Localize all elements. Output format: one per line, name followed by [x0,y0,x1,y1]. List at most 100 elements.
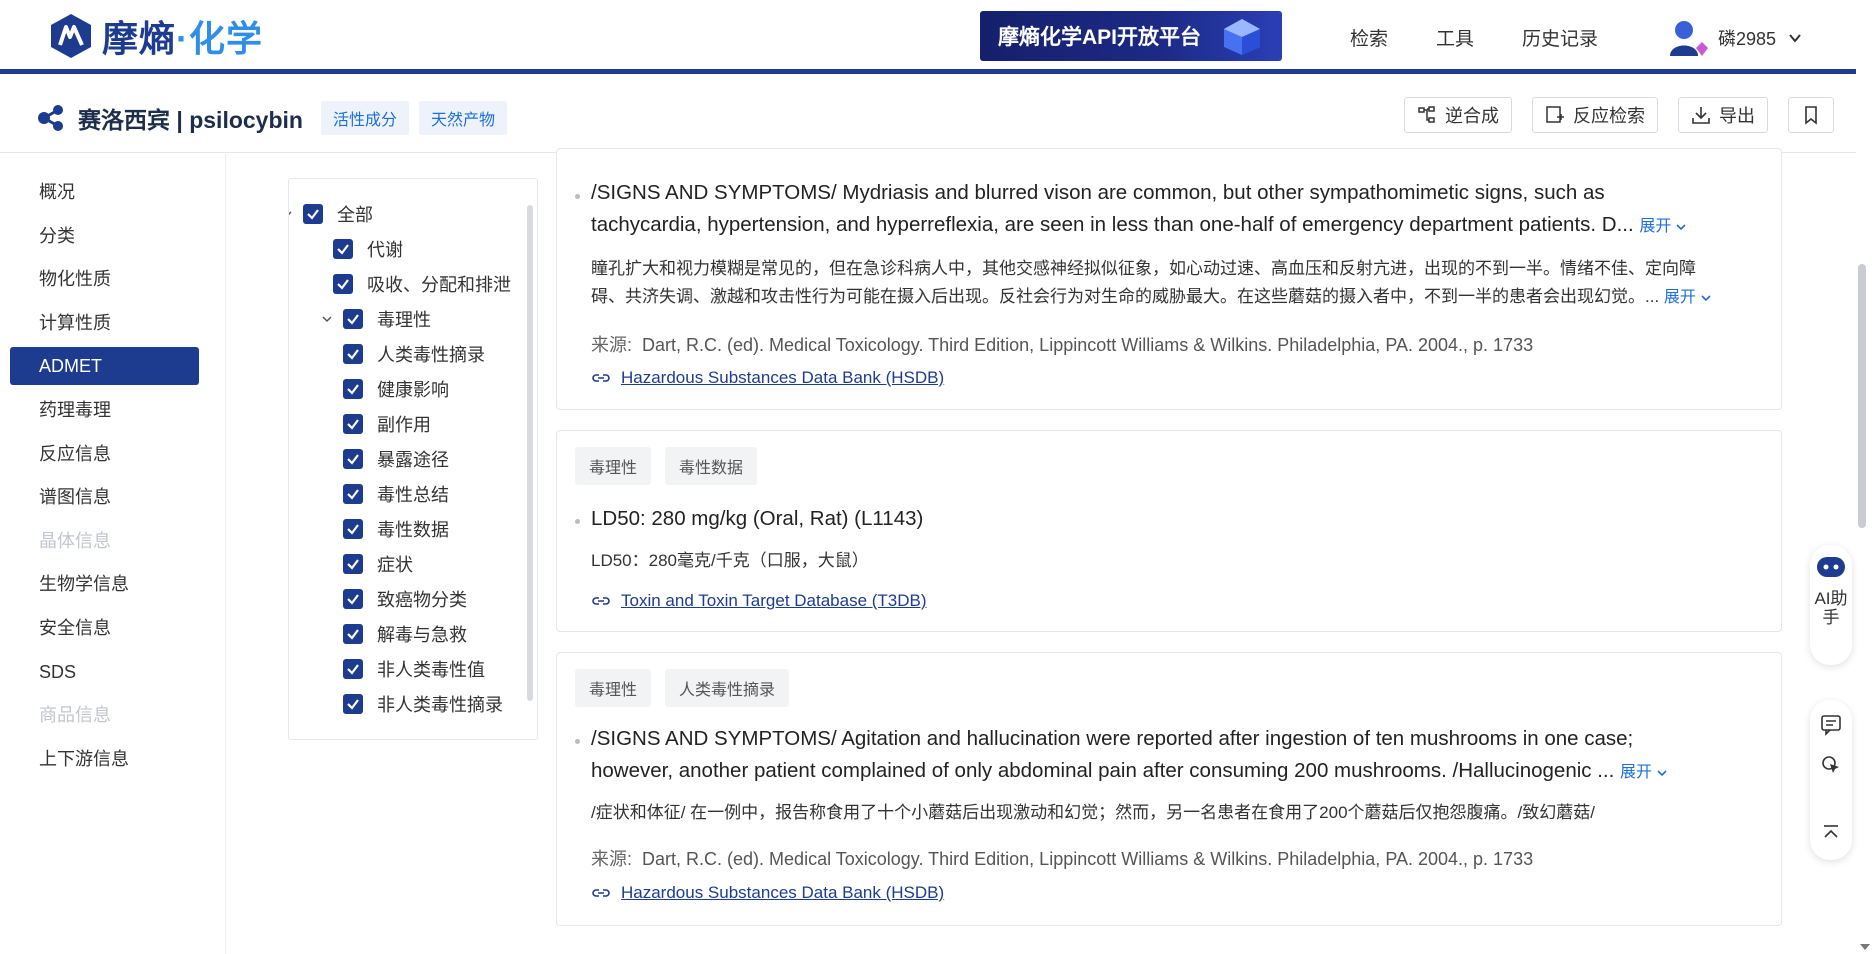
record-english-text: /SIGNS AND SYMPTOMS/ Agitation and hallu… [591,723,1668,789]
compound-header: 赛洛西宾 | psilocybin 活性成分 天然产物 逆合成 反应检索 导出 [0,79,1856,153]
cursor-click-icon[interactable] [1820,754,1842,776]
checkbox-checked-icon[interactable] [343,659,363,679]
tree-node[interactable]: 人类毒性摘录 [343,339,485,369]
tag-natural-product[interactable]: 天然产物 [418,101,507,135]
molecule-icon [38,105,63,131]
tree-node[interactable]: 代谢 [333,234,403,264]
checkbox-checked-icon[interactable] [343,694,363,714]
bullet [575,519,580,524]
tree-node[interactable]: 全部 [288,199,373,229]
floating-tools [1810,700,1852,860]
bookmark-button[interactable] [1788,97,1834,133]
sidebar-item[interactable]: 药理毒理 [10,391,199,429]
record-card: /SIGNS AND SYMPTOMS/ Mydriasis and blurr… [556,148,1782,410]
tree-node-label: 吸收、分配和排泄 [367,275,511,295]
tree-node[interactable]: 非人类毒性值 [343,654,485,684]
caret-down-icon[interactable] [321,313,333,325]
checkbox-checked-icon[interactable] [343,519,363,539]
sidebar-item[interactable]: 上下游信息 [10,740,199,778]
tree-node[interactable]: 解毒与急救 [343,619,467,649]
tag-active-ingredient[interactable]: 活性成分 [320,101,409,135]
tree-node[interactable]: 毒理性 [321,304,431,334]
database-link[interactable]: Hazardous Substances Data Bank (HSDB) [591,368,944,388]
feedback-icon[interactable] [1820,714,1842,736]
ai-assistant-button[interactable]: AI助手 [1810,545,1852,665]
checkbox-checked-icon[interactable] [343,589,363,609]
checkbox-checked-icon[interactable] [343,414,363,434]
nav-search[interactable]: 检索 [1350,24,1388,51]
database-link[interactable]: Hazardous Substances Data Bank (HSDB) [591,883,944,903]
tree-node[interactable]: 副作用 [343,409,431,439]
retrosynthesis-button[interactable]: 逆合成 [1404,97,1512,133]
link-icon [592,374,610,382]
checkbox-checked-icon[interactable] [343,379,363,399]
sidebar-item[interactable]: 计算性质 [10,304,199,342]
link-icon [592,889,610,897]
checkbox-checked-icon[interactable] [343,554,363,574]
sidebar-item[interactable]: ADMET [10,347,199,386]
category-chip[interactable]: 人类毒性摘录 [665,669,790,707]
expand-link[interactable]: 展开 [1664,289,1712,306]
checkbox-checked-icon[interactable] [333,274,353,294]
sidebar-item[interactable]: 谱图信息 [10,478,199,516]
ai-assistant-label: AI助手 [1814,589,1848,627]
sidebar-item[interactable]: 分类 [10,217,199,255]
tree-node-label: 健康影响 [377,380,449,400]
record-chinese-text: LD50：280毫克/千克（口服，大鼠） [591,551,869,570]
scroll-down-arrow-icon[interactable] [1860,944,1870,950]
checkbox-checked-icon[interactable] [343,449,363,469]
tree-node[interactable]: 健康影响 [343,374,449,404]
api-cube-icon [1224,19,1260,55]
category-chip[interactable]: 毒理性 [575,669,652,707]
tree-scrollbar[interactable] [527,205,533,701]
tree-node-label: 暴露途径 [377,450,449,470]
sidebar-item[interactable]: SDS [10,653,199,691]
tree-node-label: 致癌物分类 [377,590,467,610]
tree-node[interactable]: 毒性总结 [343,479,449,509]
tree-node-label: 非人类毒性值 [377,660,485,680]
link-icon [592,597,610,605]
avatar-icon [1670,21,1708,56]
tree-node[interactable]: 非人类毒性摘录 [343,689,503,719]
checkbox-checked-icon[interactable] [343,344,363,364]
record-chinese-text: /症状和体征/ 在一例中，报告称食用了十个小蘑菇后出现激动和幻觉；然而，另一名患… [591,803,1595,822]
category-chip[interactable]: 毒理性 [575,447,652,485]
checkbox-checked-icon[interactable] [343,309,363,329]
checkbox-checked-icon[interactable] [333,239,353,259]
checkbox-checked-icon[interactable] [343,484,363,504]
database-link[interactable]: Toxin and Toxin Target Database (T3DB) [591,591,927,611]
tree-node[interactable]: 暴露途径 [343,444,449,474]
category-chip[interactable]: 毒性数据 [665,447,758,485]
site-logo[interactable]: 摩熵·化学 [48,10,263,62]
expand-link[interactable]: 展开 [1620,764,1668,781]
api-platform-banner[interactable]: 摩熵化学API开放平台 [980,11,1282,61]
reaction-search-button[interactable]: 反应检索 [1532,97,1658,133]
tree-node-label: 症状 [377,555,413,575]
reaction-search-icon [1546,106,1564,123]
tree-node[interactable]: 吸收、分配和排泄 [333,269,511,299]
chevron-down-icon [1789,34,1801,43]
expand-link[interactable]: 展开 [1639,218,1687,235]
tree-node[interactable]: 症状 [343,549,413,579]
tree-node[interactable]: 毒性数据 [343,514,449,544]
sidebar-item[interactable]: 物化性质 [10,260,199,298]
sidebar-item[interactable]: 反应信息 [10,435,199,473]
sidebar-item[interactable]: 生物学信息 [10,565,199,603]
export-label: 导出 [1719,106,1755,126]
toolbar: 逆合成 反应检索 导出 [1384,97,1834,133]
checkbox-checked-icon[interactable] [343,624,363,644]
tree-node[interactable]: 致癌物分类 [343,584,467,614]
user-menu[interactable]: 磷2985 [1666,16,1802,60]
page-scrollbar-thumb[interactable] [1858,264,1866,528]
nav-tools[interactable]: 工具 [1436,24,1474,51]
back-to-top-icon[interactable] [1820,822,1842,844]
export-button[interactable]: 导出 [1678,97,1768,133]
tree-node-label: 代谢 [367,240,403,260]
checkbox-checked-icon[interactable] [303,204,323,224]
sidebar-item[interactable]: 安全信息 [10,609,199,647]
nav-history[interactable]: 历史记录 [1522,24,1598,51]
caret-down-icon[interactable] [288,208,293,220]
sidebar-item[interactable]: 概况 [10,173,199,211]
category-filter-tree: 全部代谢吸收、分配和排泄毒理性人类毒性摘录健康影响副作用暴露途径毒性总结毒性数据… [288,178,538,740]
chevron-down-icon [1676,224,1686,230]
